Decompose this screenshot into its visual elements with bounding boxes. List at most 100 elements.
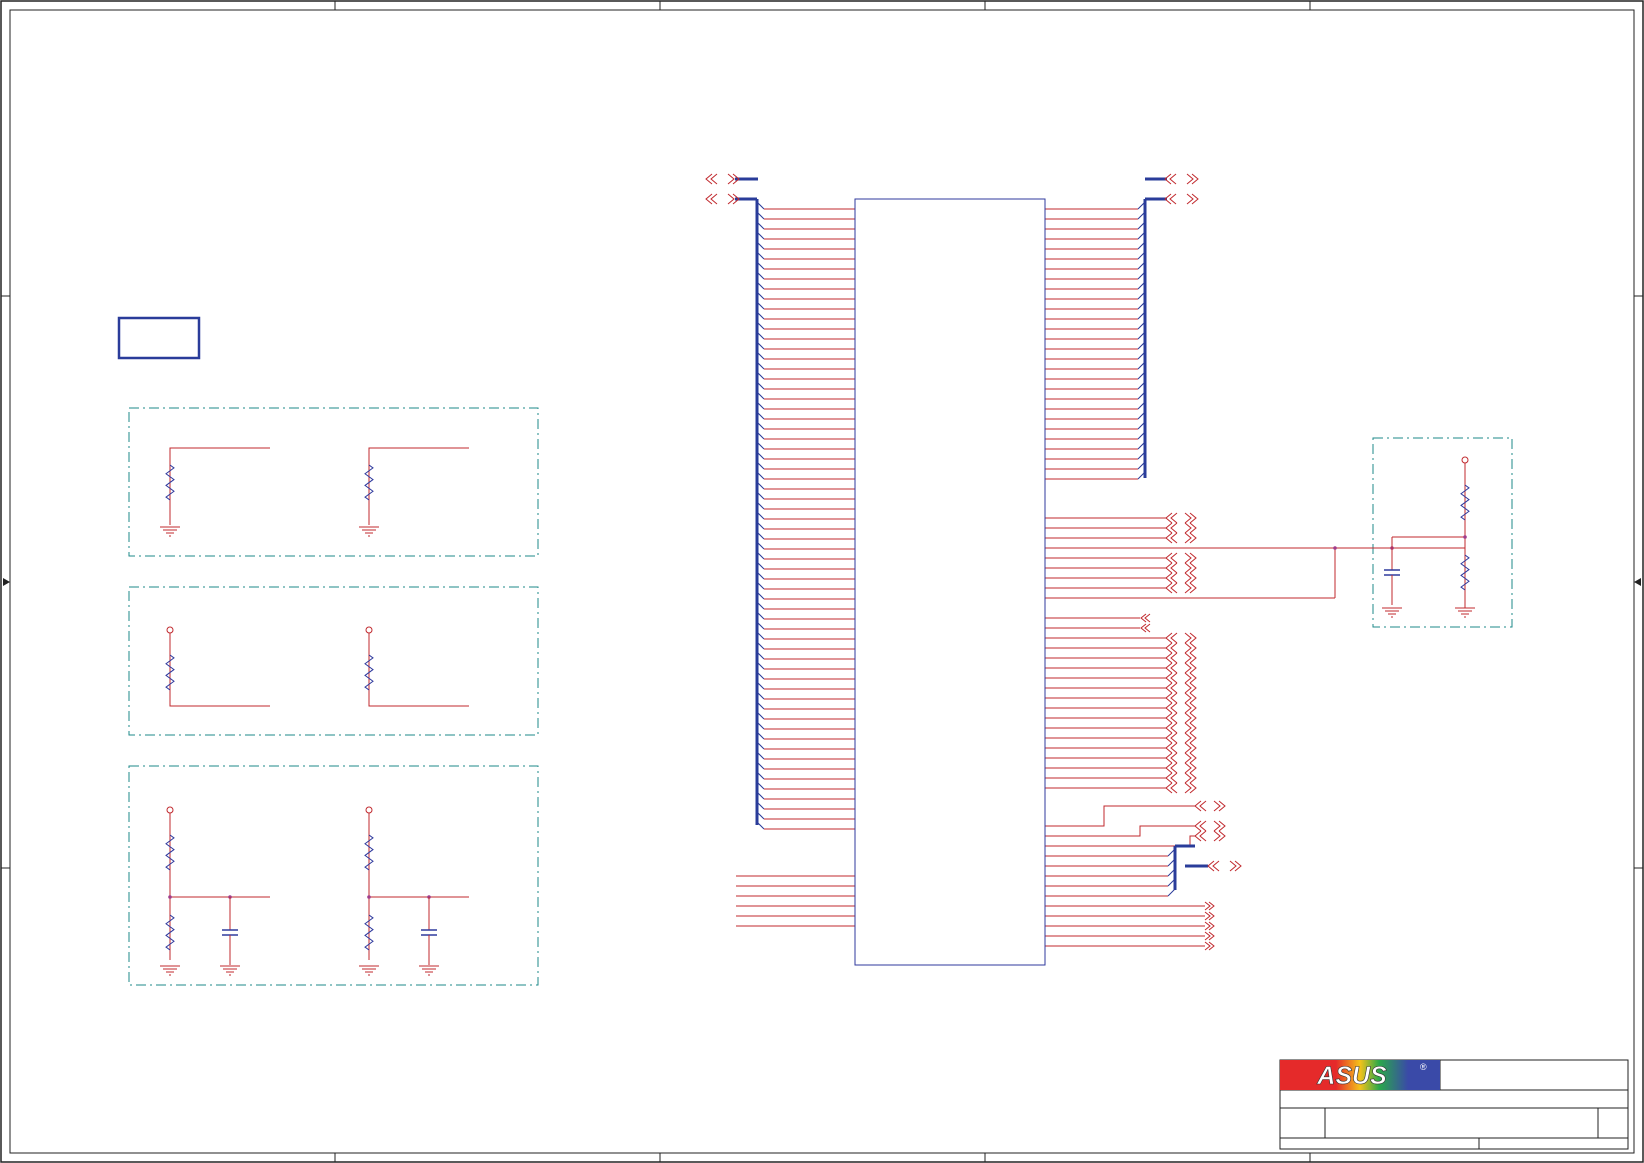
offpage-connector: [1213, 830, 1221, 842]
offpage-connector: [727, 173, 735, 185]
offpage-connector: [1213, 820, 1221, 832]
offpage-connector: [1184, 752, 1192, 764]
offpage-connector: [1184, 512, 1192, 524]
logo-text: ASUS: [1316, 1062, 1387, 1090]
resistor-symbol: [165, 654, 175, 691]
resistor-symbol: [165, 834, 175, 871]
offpage-connector: [1229, 860, 1237, 872]
offpage-connector: [1184, 732, 1192, 744]
resistor-symbol: [165, 464, 175, 501]
registered-mark: ®: [1420, 1062, 1427, 1072]
dashed-frames: [128, 407, 1513, 986]
offpage-connector: [710, 193, 718, 205]
offpage-connector: [1199, 800, 1207, 812]
page-tag-box: [117, 316, 201, 360]
offpage-connector: [1170, 772, 1178, 784]
offpage-connector: [1184, 532, 1192, 544]
sheet-inner-border: [9, 9, 1635, 1154]
frame-right-divider: [1372, 437, 1513, 628]
offpage-connector: [1170, 512, 1178, 524]
offpage-connector: [1184, 652, 1192, 664]
junction-dot: [367, 895, 371, 899]
routed-net: [1045, 835, 1195, 847]
offpage-connector: [1184, 762, 1192, 774]
offpage-connector: [1144, 613, 1151, 623]
schematic-canvas: ASUS ®: [0, 0, 1644, 1163]
offpage-connector: [1184, 772, 1192, 784]
offpage-connector: [1170, 572, 1178, 584]
offpage-connector: [1170, 762, 1178, 774]
offpage-connector: [1184, 552, 1192, 564]
frame-pulldown: [128, 407, 539, 557]
offpage-connector: [1170, 532, 1178, 544]
power-rail-symbol: [166, 806, 174, 814]
offpage-connector: [1184, 682, 1192, 694]
offpage-connector: [1186, 173, 1194, 185]
offpage-connector: [1170, 582, 1178, 594]
offpage-connector: [1204, 921, 1211, 931]
offpage-connector: [1144, 623, 1151, 633]
offpage-connector: [1169, 173, 1177, 185]
offpage-connector: [1204, 911, 1211, 921]
resistor-symbol: [1460, 484, 1470, 521]
bus-entry: [1167, 888, 1176, 897]
offpage-connector: [1170, 752, 1178, 764]
junction-dot: [168, 895, 172, 899]
junction-dot: [1333, 546, 1337, 550]
offpage-connector: [1199, 820, 1207, 832]
offpage-connector: [1184, 642, 1192, 654]
asus-logo: ASUS ®: [1280, 1060, 1440, 1090]
offpage-connector: [1169, 193, 1177, 205]
offpage-connector: [1170, 642, 1178, 654]
offpage-connector: [1184, 782, 1192, 794]
resistor-symbol: [364, 464, 374, 501]
offpage-connector: [1184, 712, 1192, 724]
resistor-symbol: [1460, 554, 1470, 591]
pulldown-net: [368, 447, 469, 525]
offpage-connector: [1213, 800, 1221, 812]
schematic-drawing: [160, 173, 1475, 976]
schematic-sheet: ASUS ®: [0, 0, 1644, 1163]
offpage-connector: [1199, 830, 1207, 842]
frame-pullup: [128, 586, 539, 736]
offpage-connector: [1204, 901, 1211, 911]
offpage-connector: [1170, 722, 1178, 734]
offpage-connector: [1184, 562, 1192, 574]
resistor-symbol: [165, 914, 175, 951]
offpage-connector: [1170, 782, 1178, 794]
offpage-connector: [1184, 692, 1192, 704]
offpage-connector: [1204, 931, 1211, 941]
offpage-connector: [1170, 562, 1178, 574]
offpage-connector: [1170, 732, 1178, 744]
routed-net: [1045, 805, 1195, 827]
offpage-connector: [1184, 702, 1192, 714]
power-rail-symbol: [1461, 456, 1469, 464]
pulldown-net: [169, 447, 270, 525]
offpage-connector: [727, 193, 735, 205]
power-rail-symbol: [365, 626, 373, 634]
zone-ticks: [1, 1, 1643, 1162]
resistor-symbol: [364, 834, 374, 871]
offpage-connector: [1170, 552, 1178, 564]
offpage-connector: [1212, 860, 1220, 872]
offpage-connector: [1184, 572, 1192, 584]
resistor-symbol: [364, 914, 374, 951]
offpage-connector: [1170, 692, 1178, 704]
offpage-connector: [1184, 582, 1192, 594]
offpage-connector: [1184, 522, 1192, 534]
pullup-net: [169, 633, 270, 707]
offpage-connector: [1170, 702, 1178, 714]
offpage-connector: [1170, 632, 1178, 644]
junction-dot: [1463, 535, 1467, 539]
offpage-connector: [1184, 662, 1192, 674]
offpage-connector: [1170, 662, 1178, 674]
offpage-connector: [1170, 672, 1178, 684]
offpage-connector: [710, 173, 718, 185]
pullup-net: [368, 633, 469, 707]
resistor-symbol: [364, 654, 374, 691]
sheet-outer-border: [0, 0, 1644, 1163]
offpage-connector: [1184, 742, 1192, 754]
main-ic-body: [854, 198, 1046, 966]
frame-divider: [128, 765, 539, 986]
offpage-connector: [1170, 522, 1178, 534]
